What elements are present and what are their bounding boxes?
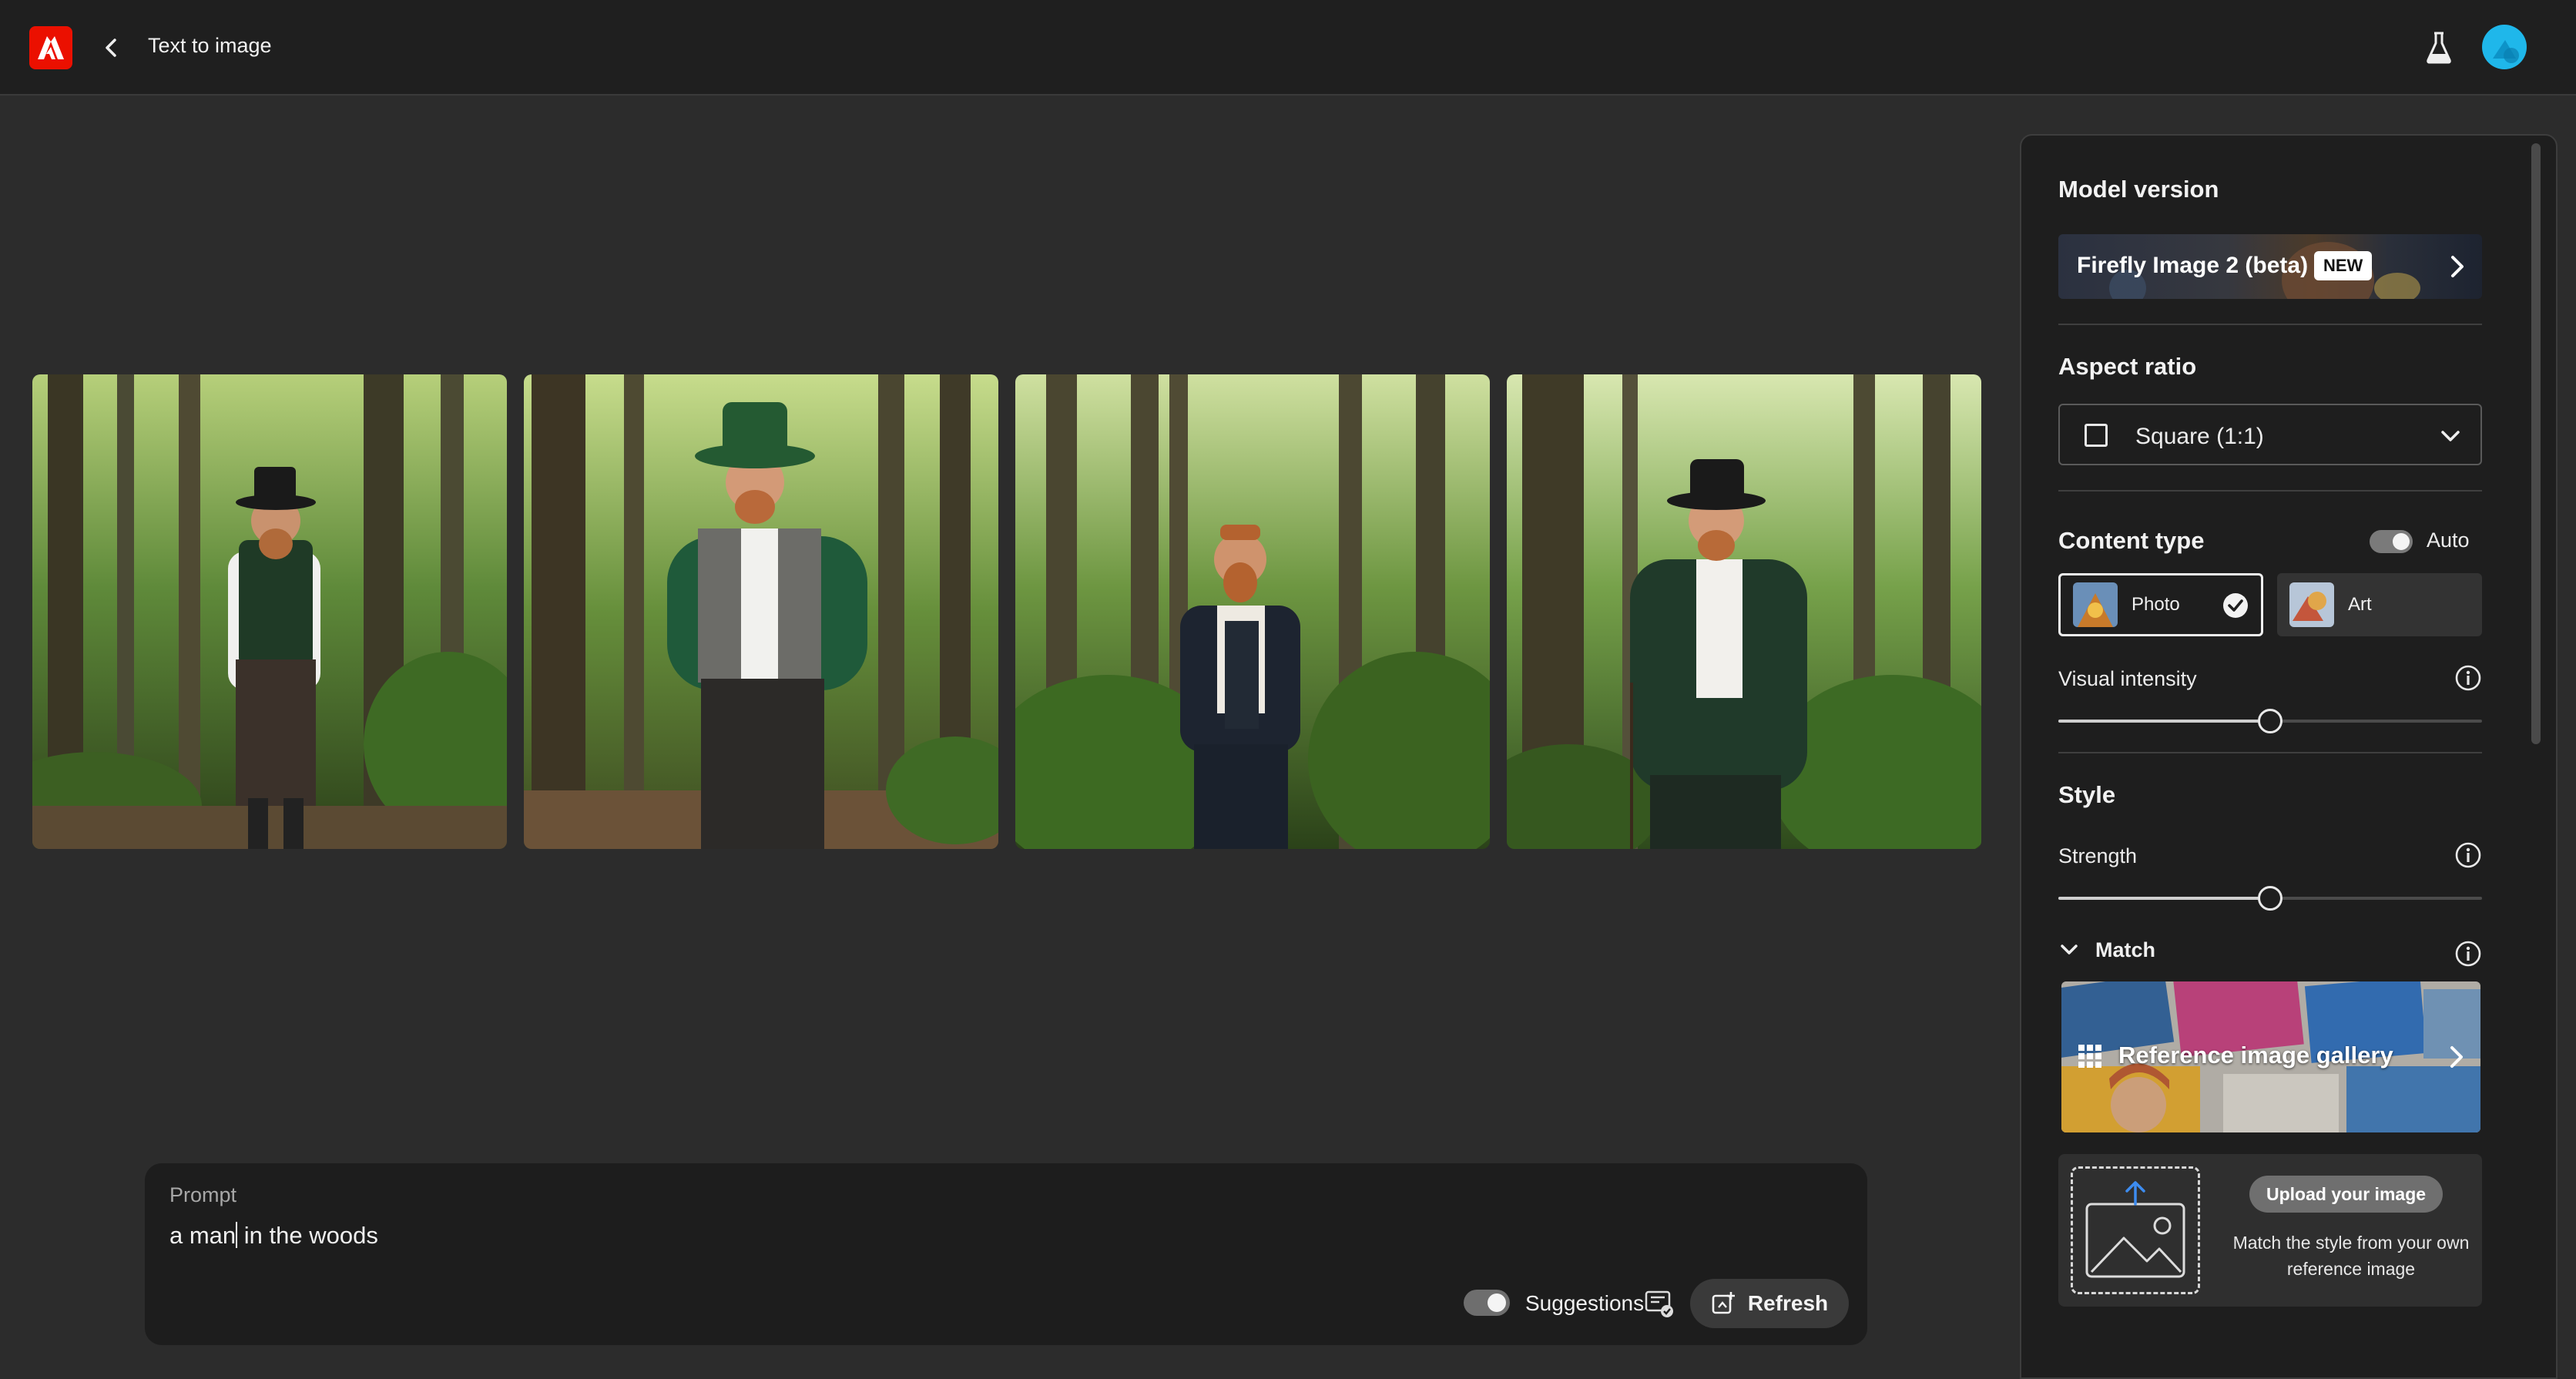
square-icon [2085,424,2108,447]
chevron-right-icon [2445,253,2468,280]
slider-fill [2058,720,2270,723]
page-title: Text to image [148,34,272,57]
photo-thumbnail-icon [2073,582,2118,627]
info-icon[interactable] [2454,940,2482,968]
content-type-art-label: Art [2348,594,2372,615]
art-thumbnail-icon [2289,582,2334,627]
auto-label: Auto [2427,528,2470,552]
slider-handle[interactable] [2258,709,2283,733]
prompt-input[interactable]: a man in the woods [169,1222,378,1250]
prompt-text-before-caret: a man [169,1222,236,1249]
reference-image-gallery[interactable]: Reference image gallery [2061,981,2480,1132]
aspect-ratio-heading: Aspect ratio [2058,353,2197,380]
refresh-button[interactable]: Refresh [1690,1279,1849,1328]
beaker-icon[interactable] [2425,31,2453,65]
adobe-logo-icon[interactable] [29,26,72,69]
chevron-down-icon[interactable] [2058,940,2080,960]
generated-image[interactable] [524,374,998,849]
content-type-art[interactable]: Art [2277,573,2482,636]
generated-image[interactable] [32,374,507,849]
content-type-heading: Content type [2058,527,2205,554]
auto-toggle[interactable] [2370,530,2413,553]
suggestions-label: Suggestions [1525,1291,1645,1315]
model-version-selector[interactable]: Firefly Image 2 (beta) NEW [2058,234,2482,299]
match-section-toggle[interactable]: Match [2095,938,2155,962]
info-icon[interactable] [2454,841,2482,869]
divider [2058,324,2482,325]
divider [2058,752,2482,753]
content-type-photo-label: Photo [2132,594,2180,615]
upload-reference-box: Upload your image Match the style from y… [2058,1154,2482,1307]
divider [2058,490,2482,492]
refresh-icon [1712,1292,1735,1314]
content-type-photo[interactable]: Photo [2058,573,2263,636]
chevron-down-icon [2439,425,2462,447]
chevron-right-icon [2445,1043,2467,1071]
upload-image-button[interactable]: Upload your image [2249,1176,2444,1213]
back-chevron-icon[interactable] [96,31,126,65]
upload-dropzone[interactable] [2071,1166,2200,1294]
settings-panel: Model version Firefly Image 2 (beta) NEW… [2020,134,2558,1379]
strength-label: Strength [2058,844,2138,867]
visual-intensity-slider[interactable] [2058,709,2482,733]
suggestions-toggle[interactable] [1464,1290,1510,1316]
reference-gallery-label: Reference image gallery [2118,1042,2393,1069]
aspect-ratio-value: Square (1:1) [2135,424,2264,449]
aspect-ratio-dropdown[interactable]: Square (1:1) [2058,404,2482,465]
scrollbar-thumb[interactable] [2531,143,2541,744]
prompt-text-after-caret: in the woods [237,1222,378,1249]
suggestions-settings-icon[interactable] [1644,1290,1675,1319]
top-bar: Text to image [0,0,2576,96]
model-version-heading: Model version [2058,176,2219,203]
upload-image-icon [2085,1181,2185,1278]
info-icon[interactable] [2454,664,2482,692]
new-badge: NEW [2314,251,2373,280]
slider-handle[interactable] [2258,886,2283,911]
refresh-label: Refresh [1747,1291,1829,1315]
prompt-box: Prompt a man in the woods Suggestions Re… [145,1163,1867,1345]
upload-description: Match the style from your own reference … [2232,1233,2470,1279]
model-version-value: Firefly Image 2 (beta) [2077,253,2309,278]
style-heading: Style [2058,781,2116,808]
visual-intensity-label: Visual intensity [2058,667,2197,690]
strength-slider[interactable] [2058,886,2482,911]
generated-image[interactable] [1507,374,1981,849]
grid-icon [2077,1043,2103,1069]
slider-fill [2058,897,2270,900]
generated-image[interactable] [1015,374,1490,849]
prompt-label: Prompt [169,1183,237,1206]
avatar[interactable] [2482,25,2527,69]
checkmark-icon [2222,592,2249,619]
